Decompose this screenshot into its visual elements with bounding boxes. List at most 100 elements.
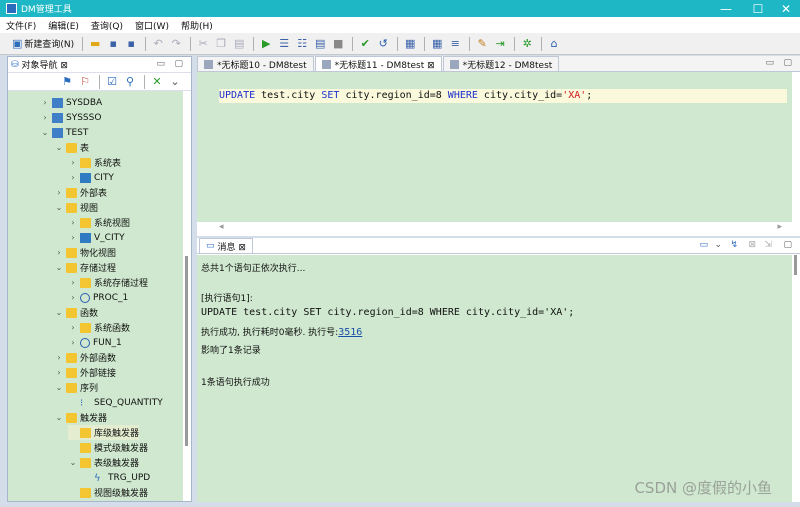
tree-node[interactable]: › 外部表 <box>54 185 107 200</box>
collapse-all-icon[interactable]: ✕ <box>149 74 165 90</box>
editor-vertical-scrollbar[interactable] <box>792 72 800 222</box>
scrollbar-thumb[interactable] <box>794 255 797 275</box>
connect-icon[interactable]: ⚑ <box>59 74 75 90</box>
tree-node[interactable]: ⌄ 表级触发器 <box>68 455 139 470</box>
open-icon[interactable]: ▬ <box>87 36 103 52</box>
tree-node[interactable]: › V_CITY <box>68 230 125 245</box>
scroll-left-icon[interactable]: ◂ <box>219 222 224 232</box>
chevron-down-icon[interactable]: ⌄ <box>54 263 64 272</box>
chevron-right-icon[interactable]: › <box>54 188 64 197</box>
chevron-right-icon[interactable]: › <box>68 173 78 182</box>
sql-code-line[interactable]: UPDATE test.city SET city.region_id=8 WH… <box>219 89 787 103</box>
paste-icon[interactable]: ▤ <box>231 36 247 52</box>
chevron-down-icon[interactable]: ⌄ <box>54 383 64 392</box>
chevron-down-icon[interactable]: ⌄ <box>54 413 64 422</box>
maximize-view-icon[interactable]: ▢ <box>174 59 183 69</box>
chevron-right-icon[interactable]: › <box>40 113 50 122</box>
tree-node[interactable]: 模式级触发器 <box>68 440 148 455</box>
menu-file[interactable]: 文件(F) <box>6 19 36 32</box>
close-button[interactable]: ✕ <box>768 0 800 17</box>
scrollbar-thumb[interactable] <box>185 256 188 446</box>
minimize-button[interactable]: — <box>708 0 744 17</box>
view-menu-icon[interactable]: ⌄ <box>167 74 183 90</box>
chevron-down-icon[interactable]: ⌄ <box>54 143 64 152</box>
rollback-icon[interactable]: ↺ <box>375 36 391 52</box>
exec-number-link[interactable]: 3516 <box>338 327 362 338</box>
tree-node[interactable]: › 外部函数 <box>54 350 116 365</box>
save-icon[interactable]: ▪ <box>105 36 121 52</box>
tree-node[interactable]: ⁝ SEQ_QUANTITY <box>68 395 163 410</box>
tree-node[interactable]: › PROC_1 <box>68 290 128 305</box>
menu-edit[interactable]: 编辑(E) <box>48 19 79 32</box>
tree-node[interactable]: ⌄ TEST <box>40 125 88 140</box>
run-icon[interactable]: ▶ <box>258 36 274 52</box>
edit-icon[interactable]: ☑ <box>104 74 120 90</box>
chevron-right-icon[interactable]: › <box>54 353 64 362</box>
maximize-view-icon[interactable]: ▢ <box>783 58 792 68</box>
close-all-icon[interactable]: ⊠ <box>748 240 756 250</box>
editor-horizontal-scrollbar[interactable]: ◂ ▸ <box>197 222 792 234</box>
disconnect-icon[interactable]: ⚐ <box>77 74 93 90</box>
scroll-right-icon[interactable]: ▸ <box>777 222 782 232</box>
explain-icon[interactable]: ☷ <box>294 36 310 52</box>
chevron-down-icon[interactable]: ⌄ <box>54 308 64 317</box>
copy-icon[interactable]: ❐ <box>213 36 229 52</box>
chevron-right-icon[interactable]: › <box>40 98 50 107</box>
save-all-icon[interactable]: ▪ <box>123 36 139 52</box>
clear-icon[interactable]: ▭ <box>699 240 708 250</box>
tree-node[interactable]: › 物化视图 <box>54 245 116 260</box>
tree-node[interactable]: ⌄ 函数 <box>54 305 98 320</box>
menu-query[interactable]: 查询(Q) <box>91 19 123 32</box>
chevron-right-icon[interactable]: › <box>68 293 78 302</box>
search-icon[interactable]: ⚲ <box>122 74 138 90</box>
tab-query10[interactable]: *无标题10 - DM8test <box>197 56 314 71</box>
undo-icon[interactable]: ↶ <box>150 36 166 52</box>
script-icon[interactable]: ▤ <box>312 36 328 52</box>
grid-icon[interactable]: ▦ <box>429 36 445 52</box>
format-icon[interactable]: ✎ <box>474 36 490 52</box>
tree-node[interactable]: › FUN_1 <box>68 335 122 350</box>
tree-node[interactable]: › CITY <box>68 170 114 185</box>
cut-icon[interactable]: ✂ <box>195 36 211 52</box>
menu-window[interactable]: 窗口(W) <box>135 19 169 32</box>
tab-query12[interactable]: *无标题12 - DM8test <box>442 56 560 71</box>
tree-node[interactable]: › 系统函数 <box>68 320 130 335</box>
tab-messages[interactable]: ▭ 消息 ⊠ <box>199 238 253 253</box>
tree-node[interactable]: › 外部链接 <box>54 365 116 380</box>
chevron-right-icon[interactable]: › <box>68 338 78 347</box>
messages-scrollbar[interactable] <box>792 255 800 502</box>
tree-node[interactable]: › SYSSSO <box>40 110 101 125</box>
maximize-view-icon[interactable]: ▢ <box>783 240 792 250</box>
minimize-view-icon[interactable]: ▭ <box>156 59 165 69</box>
tree-node[interactable]: ϟ TRG_UPD <box>82 470 150 485</box>
tab-query11[interactable]: *无标题11 - DM8test ⊠ <box>314 56 442 71</box>
new-query-button[interactable]: ▣ 新建查询(N) <box>12 37 74 50</box>
tree-node[interactable]: ⌄ 序列 <box>54 380 98 395</box>
text-icon[interactable]: ≡ <box>447 36 463 52</box>
chevron-down-icon[interactable]: ⌄ <box>40 128 50 137</box>
view-menu-icon[interactable]: ⌄ <box>714 240 722 250</box>
tree-node[interactable]: ⌄ 表 <box>54 140 89 155</box>
chevron-right-icon[interactable]: › <box>68 158 78 167</box>
navigator-scrollbar[interactable] <box>183 91 191 501</box>
tree-node[interactable]: 视图级触发器 <box>68 485 148 500</box>
chevron-down-icon[interactable]: ⌄ <box>54 203 64 212</box>
minimize-view-icon[interactable]: ▭ <box>765 58 774 68</box>
tree-node[interactable]: › 系统视图 <box>68 215 130 230</box>
tree-node[interactable]: 库级触发器 <box>68 425 140 440</box>
chevron-right-icon[interactable]: › <box>68 278 78 287</box>
tree-node[interactable]: ⌄ 存储过程 <box>54 260 116 275</box>
export-icon[interactable]: ⇲ <box>764 240 772 250</box>
commit-icon[interactable]: ✔ <box>357 36 373 52</box>
home-icon[interactable]: ⌂ <box>546 36 562 52</box>
sql-text-area[interactable]: UPDATE test.city SET city.region_id=8 WH… <box>197 72 792 222</box>
step-icon[interactable]: ⇥ <box>492 36 508 52</box>
chevron-right-icon[interactable]: › <box>54 248 64 257</box>
redo-icon[interactable]: ↷ <box>168 36 184 52</box>
chevron-right-icon[interactable]: › <box>68 233 78 242</box>
tree-node[interactable]: › 系统存储过程 <box>68 275 148 290</box>
chevron-down-icon[interactable]: ⌄ <box>68 458 78 467</box>
menu-help[interactable]: 帮助(H) <box>181 19 213 32</box>
tree-node[interactable]: ⌄ 视图 <box>54 200 98 215</box>
tree-node[interactable]: › SYSDBA <box>40 95 102 110</box>
